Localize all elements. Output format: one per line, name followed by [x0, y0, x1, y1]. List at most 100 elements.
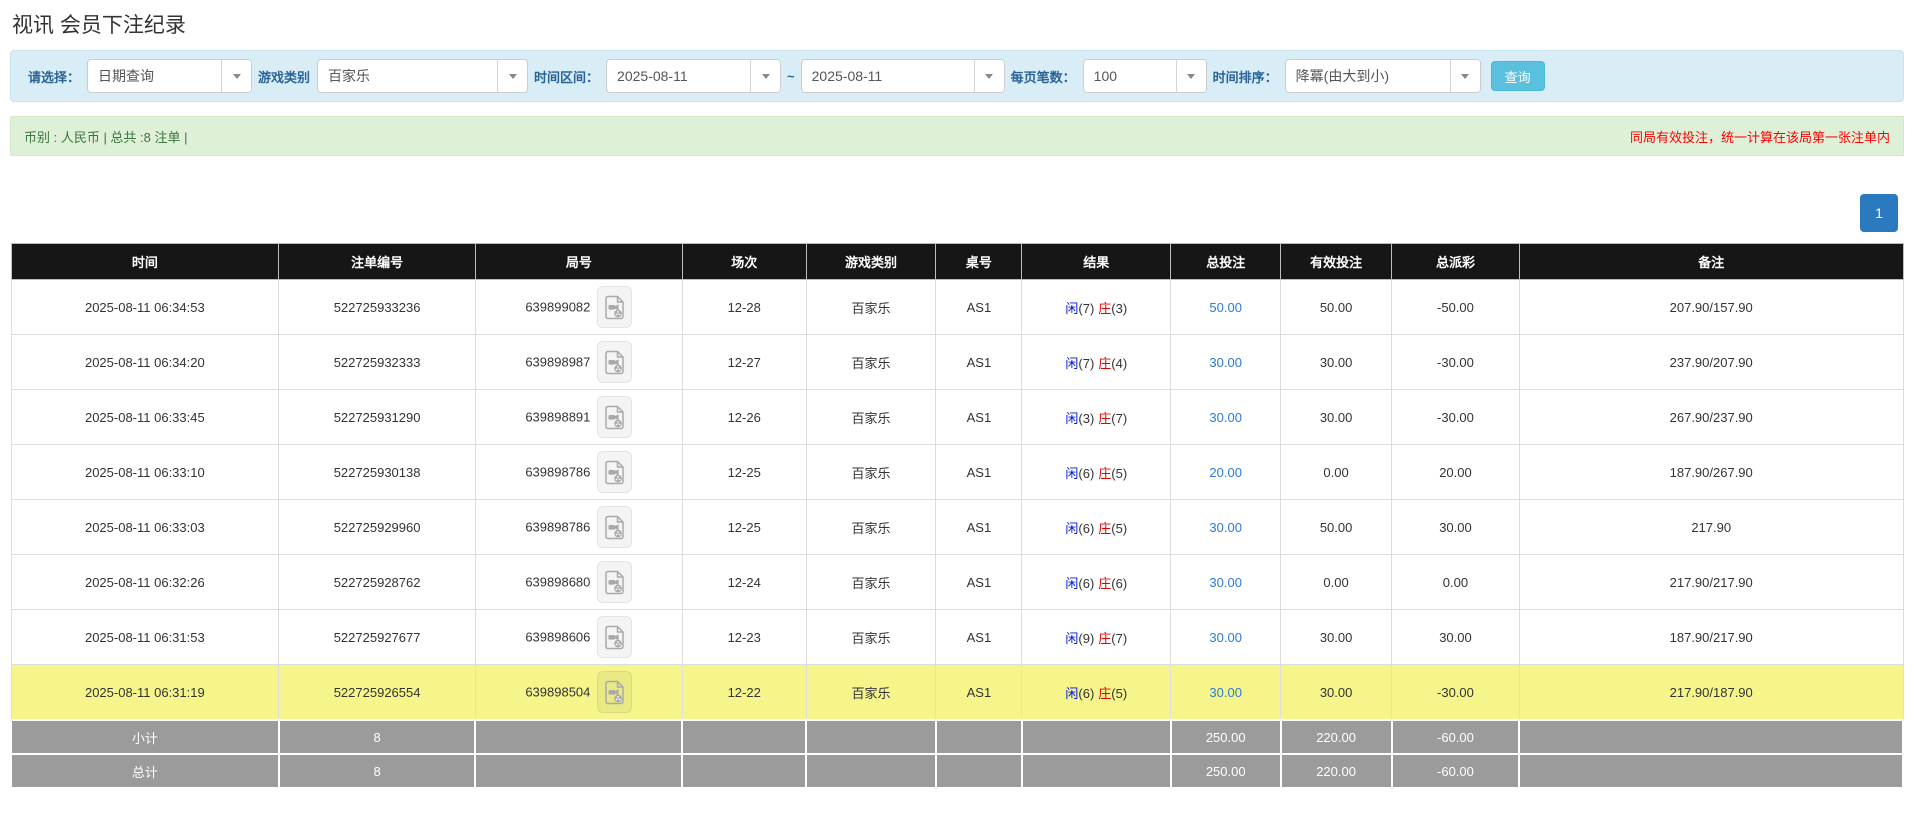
query-mode-select[interactable]: 日期查询	[87, 59, 252, 93]
table-footer-row: 总计8250.00220.00-60.00	[11, 754, 1903, 788]
cell-total-bet: 30.00	[1171, 665, 1281, 721]
video-replay-button[interactable]	[597, 671, 632, 713]
video-replay-button[interactable]	[597, 396, 632, 438]
cell-table-no: AS1	[936, 500, 1022, 555]
col-header-game-type: 游戏类别	[806, 244, 936, 280]
cell-payout: -30.00	[1392, 390, 1520, 445]
round-no-text: 639898680	[525, 575, 590, 590]
total-bet-link[interactable]: 20.00	[1209, 465, 1242, 480]
page-size-label: 每页笔数：	[1011, 67, 1076, 86]
result-banker-score: (5)	[1111, 466, 1127, 481]
cell-result: 闲(9)庄(7)	[1022, 610, 1171, 665]
result-player-score: (6)	[1078, 686, 1094, 701]
cell-time: 2025-08-11 06:32:26	[11, 555, 279, 610]
footer-payout: -60.00	[1392, 720, 1520, 754]
total-bet-link[interactable]: 30.00	[1209, 685, 1242, 700]
total-bet-link[interactable]: 30.00	[1209, 630, 1242, 645]
result-player-score: (7)	[1078, 301, 1094, 316]
cell-bet-no: 522725928762	[279, 555, 476, 610]
video-replay-button[interactable]	[597, 341, 632, 383]
footer-empty-remark	[1519, 720, 1903, 754]
col-header-table-no: 桌号	[936, 244, 1022, 280]
pagination: 1	[10, 194, 1904, 230]
game-type-label: 游戏类别	[258, 67, 310, 86]
video-replay-button[interactable]	[597, 561, 632, 603]
cell-round-no: 639898606	[475, 610, 682, 665]
cell-total-bet: 30.00	[1171, 335, 1281, 390]
col-header-session: 场次	[682, 244, 806, 280]
round-no-text: 639898891	[525, 410, 590, 425]
footer-empty-round	[475, 754, 682, 788]
footer-label: 小计	[11, 720, 279, 754]
total-bet-link[interactable]: 30.00	[1209, 355, 1242, 370]
query-mode-value: 日期查询	[88, 66, 221, 86]
total-bet-link[interactable]: 30.00	[1209, 520, 1242, 535]
cell-round-no: 639898786	[475, 500, 682, 555]
col-header-round-no: 局号	[475, 244, 682, 280]
result-player-label: 闲	[1065, 521, 1078, 536]
cell-total-bet: 30.00	[1171, 500, 1281, 555]
table-row: 2025-08-11 06:32:26522725928762 639898680…	[11, 555, 1903, 610]
video-file-icon	[605, 515, 625, 540]
table-header-row: 时间 注单编号 局号 场次 游戏类别 桌号 结果 总投注 有效投注 总派彩 备注	[11, 244, 1903, 280]
page-1-button[interactable]: 1	[1860, 194, 1898, 232]
page-size-select[interactable]: 100	[1083, 59, 1207, 93]
cell-round-no: 639898504	[475, 665, 682, 721]
cell-time: 2025-08-11 06:33:03	[11, 500, 279, 555]
chevron-down-icon	[974, 60, 1004, 92]
summary-bar: 币别 : 人民币 | 总共 :8 注单 | 同局有效投注，统一计算在该局第一张注…	[10, 116, 1904, 156]
table-row: 2025-08-11 06:31:19522725926554639898504…	[11, 665, 1903, 721]
video-replay-button[interactable]	[597, 616, 632, 658]
game-type-select[interactable]: 百家乐	[317, 59, 528, 93]
footer-empty-result	[1022, 720, 1171, 754]
footer-label: 总计	[11, 754, 279, 788]
cell-total-bet: 20.00	[1171, 445, 1281, 500]
cell-remark: 267.90/237.90	[1519, 390, 1903, 445]
total-bet-link[interactable]: 50.00	[1209, 300, 1242, 315]
cell-table-no: AS1	[936, 665, 1022, 721]
cell-session: 12-23	[682, 610, 806, 665]
total-bet-link[interactable]: 30.00	[1209, 410, 1242, 425]
page-title: 视讯 会员下注纪录	[12, 9, 1904, 39]
cell-total-bet: 30.00	[1171, 390, 1281, 445]
cell-session: 12-26	[682, 390, 806, 445]
video-replay-button[interactable]	[597, 506, 632, 548]
total-bet-link[interactable]: 30.00	[1209, 575, 1242, 590]
cell-bet-no: 522725927677	[279, 610, 476, 665]
cell-bet-no: 522725929960	[279, 500, 476, 555]
cell-time: 2025-08-11 06:31:53	[11, 610, 279, 665]
time-range-label: 时间区间：	[534, 67, 599, 86]
video-replay-button[interactable]	[597, 286, 632, 328]
cell-payout: 0.00	[1392, 555, 1520, 610]
cell-time: 2025-08-11 06:33:45	[11, 390, 279, 445]
date-from-value: 2025-08-11	[607, 68, 750, 84]
footer-total-bet: 250.00	[1171, 754, 1281, 788]
cell-payout: -30.00	[1392, 335, 1520, 390]
video-replay-button[interactable]	[597, 451, 632, 493]
cell-valid-bet: 30.00	[1281, 665, 1392, 721]
col-header-remark: 备注	[1519, 244, 1903, 280]
footer-empty-table	[936, 754, 1022, 788]
cell-valid-bet: 30.00	[1281, 390, 1392, 445]
footer-count: 8	[279, 720, 476, 754]
round-no-text: 639899082	[525, 300, 590, 315]
video-file-icon	[605, 680, 625, 705]
cell-game-type: 百家乐	[806, 665, 936, 721]
col-header-total-bet: 总投注	[1171, 244, 1281, 280]
cell-result: 闲(7)庄(4)	[1022, 335, 1171, 390]
cell-time: 2025-08-11 06:33:10	[11, 445, 279, 500]
search-button[interactable]: 查询	[1491, 61, 1545, 91]
col-header-bet-no: 注单编号	[279, 244, 476, 280]
date-from-select[interactable]: 2025-08-11	[606, 59, 781, 93]
cell-remark: 187.90/217.90	[1519, 610, 1903, 665]
result-banker-label: 庄	[1098, 576, 1111, 591]
result-player-label: 闲	[1065, 356, 1078, 371]
video-file-icon	[605, 460, 625, 485]
footer-valid-bet: 220.00	[1281, 720, 1392, 754]
date-to-select[interactable]: 2025-08-11	[801, 59, 1005, 93]
time-sort-select[interactable]: 降冪(由大到小)	[1285, 59, 1481, 93]
result-player-label: 闲	[1065, 631, 1078, 646]
cell-remark: 187.90/267.90	[1519, 445, 1903, 500]
same-round-notice: 同局有效投注，统一计算在该局第一张注单内	[1630, 127, 1890, 146]
cell-valid-bet: 50.00	[1281, 500, 1392, 555]
